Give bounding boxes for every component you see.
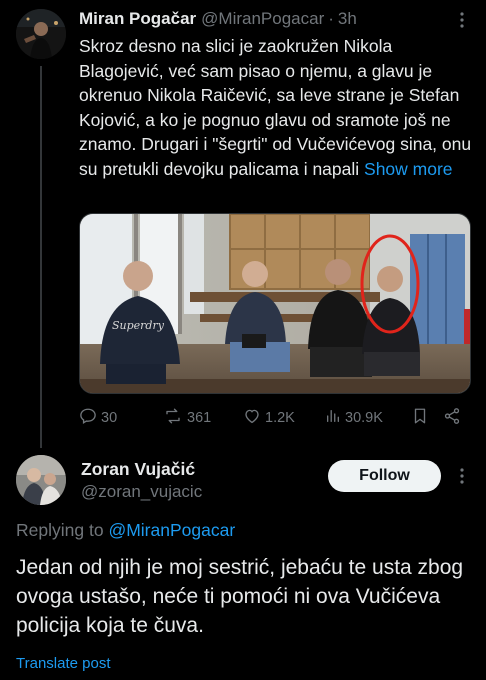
tweet1-action-bar: 30 361 1.2K 30.9K [79,406,471,430]
replying-prefix: Replying to [16,520,104,540]
replying-mention-link[interactable]: @MiranPogacar [108,520,235,540]
author-handle[interactable]: @zoran_vujacic [81,482,202,502]
courtroom-photo: Superdry [80,214,470,393]
more-icon[interactable] [452,466,472,486]
replying-to: Replying to @MiranPogacar [16,520,235,541]
views-icon [325,407,345,429]
tweet1-body: Skroz desno na slici je zaokružen Nikola… [79,34,475,182]
tweet1-text: Skroz desno na slici je zaokružen Nikola… [79,36,472,179]
separator-dot: · [328,9,334,28]
more-icon[interactable] [452,10,472,30]
author-handle[interactable]: @MiranPogacar [201,9,324,29]
follow-button[interactable]: Follow [328,460,441,492]
share-button[interactable] [443,406,465,430]
views-count: 30.9K [345,410,383,426]
repost-icon [163,407,187,429]
shirt-print-text: Superdry [112,319,165,332]
like-button[interactable]: 1.2K [243,406,295,430]
avatar-image [16,455,66,505]
share-icon [443,407,465,429]
views-button[interactable]: 30.9K [325,406,383,430]
author-name[interactable]: Zoran Vujačić [81,459,195,480]
bookmark-icon [411,407,433,429]
thread-connector-line [40,66,42,448]
avatar-image [16,9,66,59]
bookmark-button[interactable] [411,406,433,430]
repost-count: 361 [187,410,212,426]
repost-button[interactable]: 361 [163,406,211,430]
tweet1-photo[interactable]: Superdry [79,213,471,394]
reply-icon [79,407,101,429]
like-icon [243,407,265,429]
author-name[interactable]: Miran Pogačar [79,9,196,29]
post-time[interactable]: 3h [338,9,357,29]
show-more-link[interactable]: Show more [364,159,453,179]
translate-post-link[interactable]: Translate post [16,655,111,672]
avatar-miran[interactable] [16,9,66,59]
tweet2-text: Jedan od njih je moj sestrić, jebaću te … [16,556,464,637]
reply-count: 30 [101,410,118,426]
avatar-zoran[interactable] [16,455,66,505]
reply-button[interactable]: 30 [79,406,117,430]
tweet1-header: Miran Pogačar @MiranPogacar · 3h [79,9,459,29]
like-count: 1.2K [265,410,295,426]
